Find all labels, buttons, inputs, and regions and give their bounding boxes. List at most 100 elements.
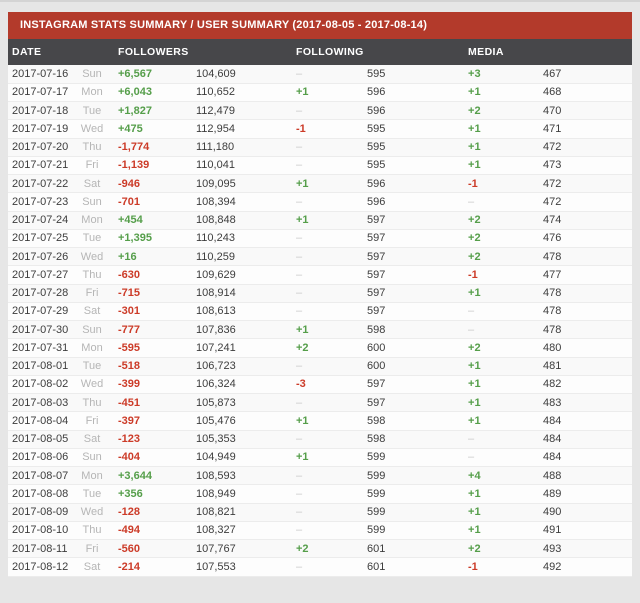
day-of-week-cell: Tue bbox=[72, 229, 112, 249]
following-change-cell: -3 bbox=[290, 375, 361, 395]
date-cell: 2017-07-19 bbox=[8, 119, 72, 139]
table-row: 2017-07-20 Thu -1,774 111,180 – 595 +1 4… bbox=[8, 138, 633, 157]
media-total-cell: 484 bbox=[537, 448, 633, 468]
media-total-cell: 489 bbox=[537, 484, 633, 504]
followers-change-cell: -1,139 bbox=[112, 156, 190, 176]
followers-total-cell: 111,180 bbox=[190, 138, 290, 157]
day-of-week-cell: Fri bbox=[72, 284, 112, 303]
day-of-week-cell: Thu bbox=[72, 521, 112, 541]
media-total-cell: 482 bbox=[537, 375, 633, 395]
date-cell: 2017-08-07 bbox=[8, 466, 72, 486]
media-total-cell: 484 bbox=[537, 430, 633, 449]
date-cell: 2017-08-06 bbox=[8, 448, 72, 468]
day-of-week-cell: Wed bbox=[72, 503, 112, 522]
table-row: 2017-07-16 Sun +6,567 104,609 – 595 +3 4… bbox=[8, 65, 633, 84]
following-total-cell: 597 bbox=[361, 393, 463, 413]
media-total-cell: 478 bbox=[537, 284, 633, 303]
media-total-cell: 484 bbox=[537, 411, 633, 431]
media-change-cell: +1 bbox=[462, 119, 538, 139]
day-of-week-cell: Wed bbox=[72, 375, 112, 395]
followers-change-cell: -404 bbox=[112, 448, 190, 468]
date-cell: 2017-07-27 bbox=[8, 265, 72, 285]
following-total-cell: 599 bbox=[361, 503, 463, 522]
following-change-cell: – bbox=[290, 503, 361, 522]
followers-change-cell: +1,827 bbox=[112, 101, 190, 121]
panel-title: INSTAGRAM STATS SUMMARY / USER SUMMARY (… bbox=[8, 12, 632, 39]
followers-change-cell: +16 bbox=[112, 247, 190, 267]
media-total-cell: 476 bbox=[537, 229, 633, 249]
followers-total-cell: 105,353 bbox=[190, 430, 290, 449]
media-change-cell: +2 bbox=[462, 247, 538, 267]
table-row: 2017-08-04 Fri -397 105,476 +1 598 +1 48… bbox=[8, 411, 633, 431]
day-of-week-cell: Sat bbox=[72, 430, 112, 449]
media-change-cell: +1 bbox=[462, 521, 538, 541]
followers-total-cell: 105,476 bbox=[190, 411, 290, 431]
table-row: 2017-07-29 Sat -301 108,613 – 597 – 478 bbox=[8, 302, 633, 322]
table-row: 2017-07-31 Mon -595 107,241 +2 600 +2 48… bbox=[8, 338, 633, 358]
table-row: 2017-08-08 Tue +356 108,949 – 599 +1 489 bbox=[8, 484, 633, 504]
following-change-cell: – bbox=[290, 156, 361, 176]
table-row: 2017-08-11 Fri -560 107,767 +2 601 +2 49… bbox=[8, 539, 633, 559]
day-of-week-cell: Fri bbox=[72, 156, 112, 176]
day-of-week-cell: Sun bbox=[72, 192, 112, 212]
followers-total-cell: 109,629 bbox=[190, 265, 290, 285]
followers-total-cell: 110,259 bbox=[190, 247, 290, 267]
day-of-week-cell: Sun bbox=[72, 65, 112, 84]
followers-change-cell: -946 bbox=[112, 174, 190, 194]
day-of-week-cell: Tue bbox=[72, 357, 112, 376]
media-change-cell: +1 bbox=[462, 357, 538, 376]
followers-total-cell: 108,593 bbox=[190, 466, 290, 486]
followers-total-cell: 104,949 bbox=[190, 448, 290, 468]
following-change-cell: – bbox=[290, 557, 361, 577]
media-change-cell: +1 bbox=[462, 138, 538, 157]
followers-change-cell: -214 bbox=[112, 557, 190, 577]
following-change-cell: – bbox=[290, 65, 361, 84]
table-row: 2017-08-07 Mon +3,644 108,593 – 599 +4 4… bbox=[8, 466, 633, 486]
media-change-cell: -1 bbox=[462, 557, 538, 577]
media-total-cell: 472 bbox=[537, 138, 633, 157]
followers-change-cell: -399 bbox=[112, 375, 190, 395]
date-cell: 2017-07-29 bbox=[8, 302, 72, 322]
media-change-cell: – bbox=[462, 192, 538, 212]
date-cell: 2017-08-05 bbox=[8, 430, 72, 449]
following-total-cell: 599 bbox=[361, 448, 463, 468]
date-cell: 2017-07-17 bbox=[8, 83, 72, 103]
following-total-cell: 596 bbox=[361, 83, 463, 103]
media-total-cell: 491 bbox=[537, 521, 633, 541]
media-change-cell: +4 bbox=[462, 466, 538, 486]
media-change-cell: – bbox=[462, 302, 538, 322]
followers-total-cell: 108,848 bbox=[190, 211, 290, 230]
following-total-cell: 595 bbox=[361, 119, 463, 139]
date-cell: 2017-08-04 bbox=[8, 411, 72, 431]
day-of-week-cell: Mon bbox=[72, 83, 112, 103]
table-row: 2017-07-22 Sat -946 109,095 +1 596 -1 47… bbox=[8, 174, 633, 194]
media-change-cell: – bbox=[462, 320, 538, 340]
followers-total-cell: 108,914 bbox=[190, 284, 290, 303]
media-total-cell: 471 bbox=[537, 119, 633, 139]
date-cell: 2017-08-03 bbox=[8, 393, 72, 413]
day-of-week-cell: Fri bbox=[72, 539, 112, 559]
date-cell: 2017-07-25 bbox=[8, 229, 72, 249]
date-cell: 2017-07-18 bbox=[8, 101, 72, 121]
date-cell: 2017-07-31 bbox=[8, 338, 72, 358]
table-row: 2017-07-23 Sun -701 108,394 – 596 – 472 bbox=[8, 192, 633, 212]
followers-change-cell: -560 bbox=[112, 539, 190, 559]
day-of-week-cell: Wed bbox=[72, 247, 112, 267]
followers-total-cell: 106,324 bbox=[190, 375, 290, 395]
following-change-cell: – bbox=[290, 138, 361, 157]
following-change-cell: – bbox=[290, 484, 361, 504]
followers-total-cell: 108,394 bbox=[190, 192, 290, 212]
followers-total-cell: 107,553 bbox=[190, 557, 290, 577]
following-change-cell: +1 bbox=[290, 411, 361, 431]
header-row: DATE FOLLOWERS FOLLOWING MEDIA bbox=[8, 39, 633, 65]
followers-change-cell: +6,567 bbox=[112, 65, 190, 84]
table-row: 2017-07-19 Wed +475 112,954 -1 595 +1 47… bbox=[8, 119, 633, 139]
day-of-week-cell: Sat bbox=[72, 302, 112, 322]
followers-change-cell: -777 bbox=[112, 320, 190, 340]
following-total-cell: 595 bbox=[361, 65, 463, 84]
following-total-cell: 597 bbox=[361, 375, 463, 395]
day-of-week-cell: Mon bbox=[72, 466, 112, 486]
following-total-cell: 599 bbox=[361, 466, 463, 486]
media-change-cell: +1 bbox=[462, 284, 538, 303]
followers-change-cell: -1,774 bbox=[112, 138, 190, 157]
